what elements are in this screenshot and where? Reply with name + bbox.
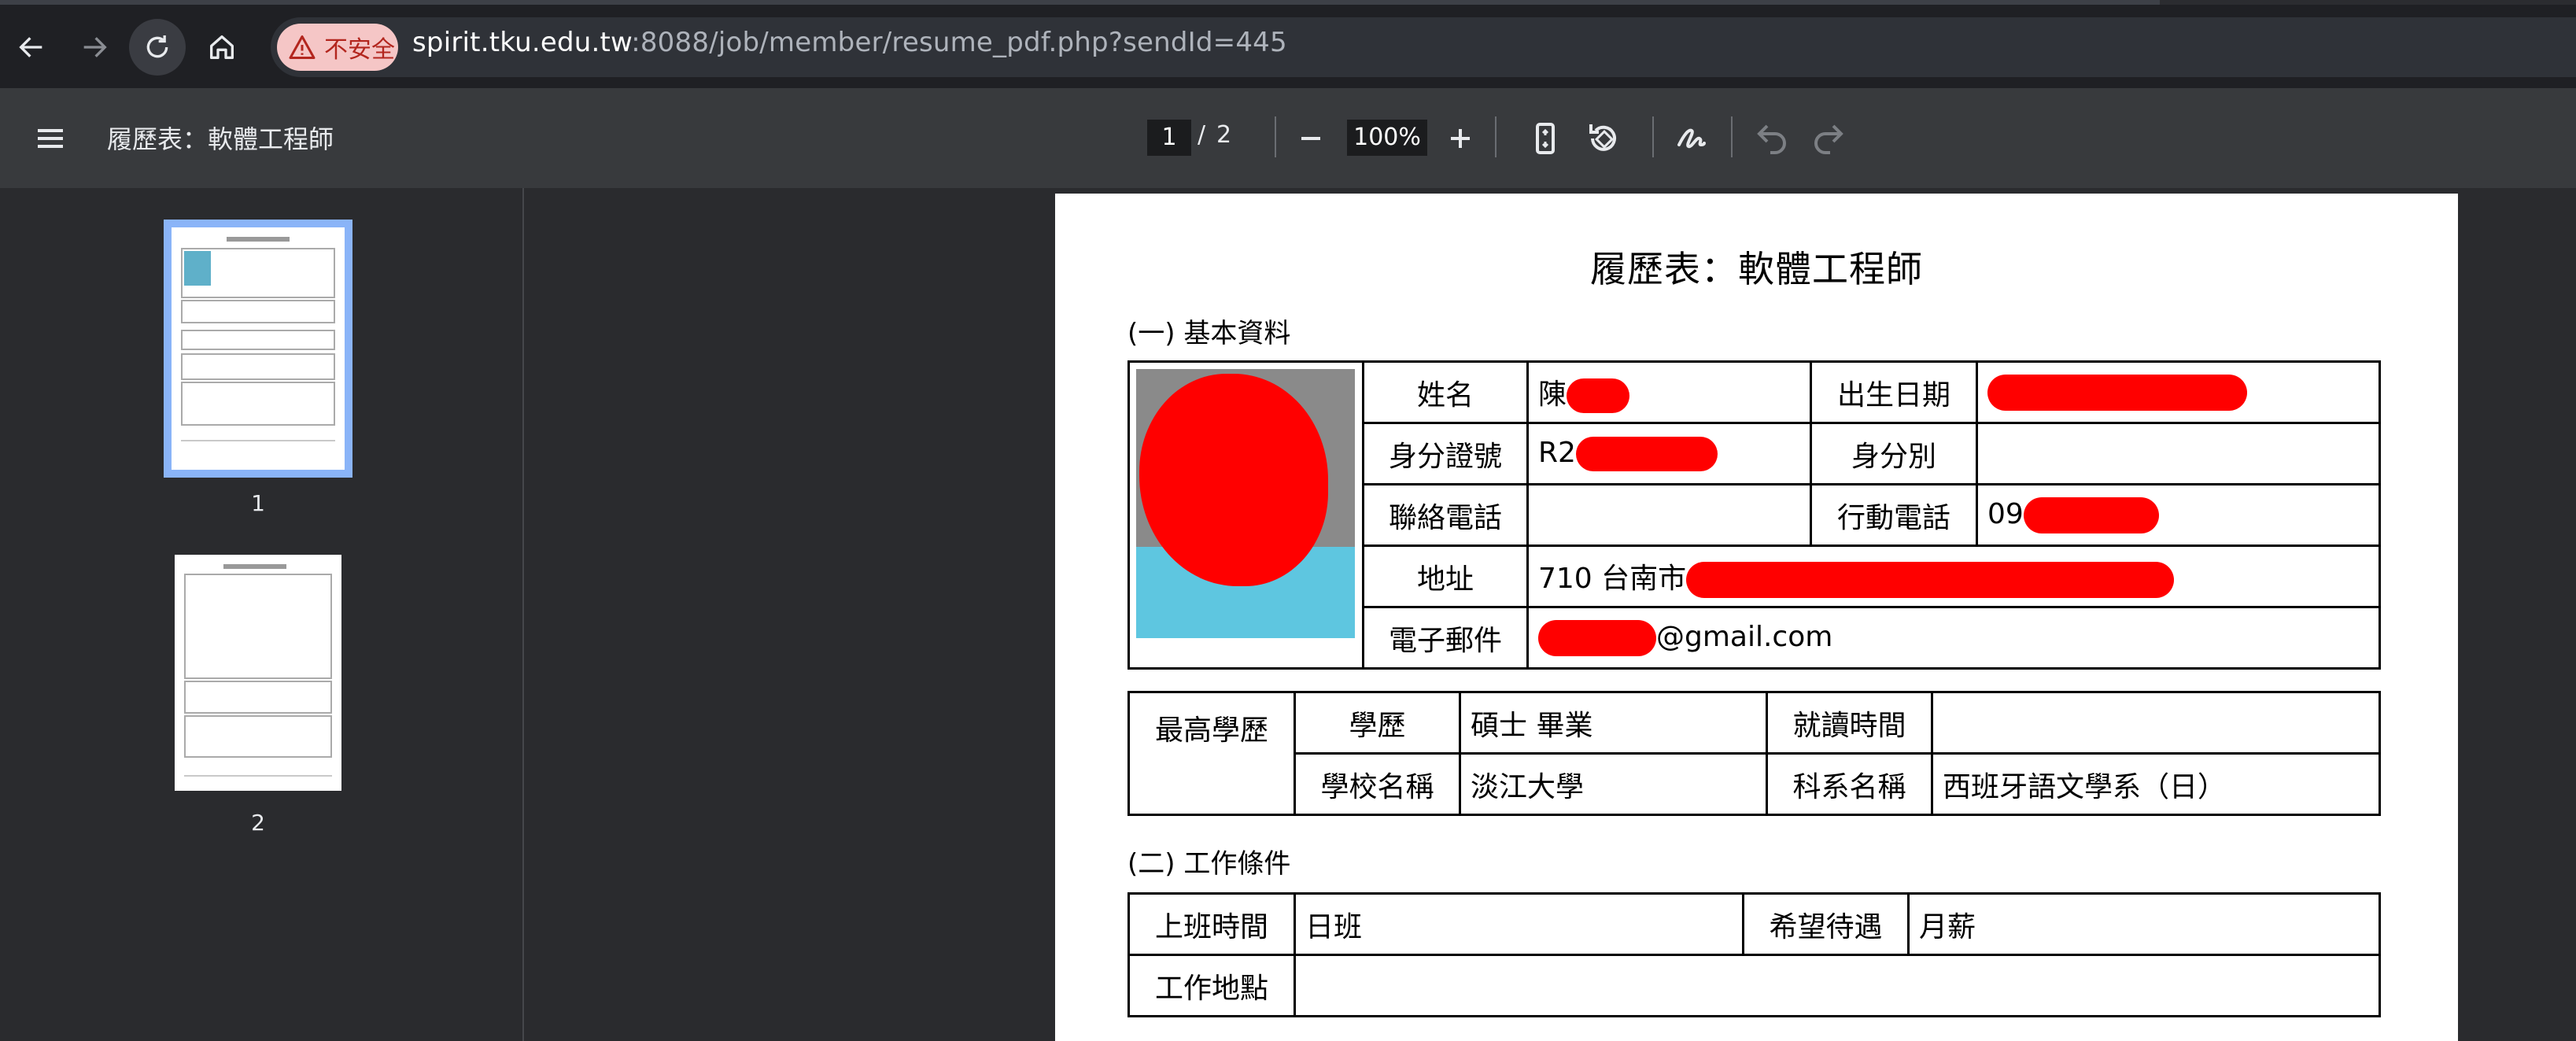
id-value-cell: R2: [1526, 422, 1812, 485]
period-label: 就讀時間: [1766, 691, 1933, 755]
page-thumbnail-1[interactable]: [164, 220, 352, 478]
phone-value-cell: [1526, 483, 1812, 547]
back-button[interactable]: [3, 19, 60, 76]
toolbar-divider: [1652, 116, 1654, 157]
name-value-cell: 陳: [1526, 360, 1812, 424]
tab-strip-edge: [0, 0, 2576, 5]
minus-icon: [1301, 137, 1320, 140]
location-label: 工作地點: [1127, 954, 1296, 1017]
profile-photo: [1136, 369, 1355, 638]
redaction-mark: [1686, 561, 2175, 598]
address-value-cell: 710 台南市: [1526, 544, 2381, 608]
redo-button[interactable]: [1810, 120, 1847, 157]
degree-label: 學歷: [1294, 691, 1461, 755]
annotate-button[interactable]: [1673, 120, 1711, 157]
plus-icon: [1451, 129, 1470, 148]
zoom-level-input[interactable]: 100%: [1347, 120, 1427, 156]
pdf-toolbar: 履歷表：軟體工程師 1 / 2 100%: [0, 88, 2576, 188]
gender-label: 身分別: [1810, 422, 1978, 485]
location-value-cell: [1294, 954, 2381, 1017]
dept-label: 科系名稱: [1766, 752, 1933, 816]
thumbnail-sidebar: 1 2: [0, 188, 524, 1041]
shift-label: 上班時間: [1127, 892, 1296, 956]
url-host: spirit.tku.edu.tw: [412, 27, 632, 58]
shift-value: 日班: [1294, 892, 1744, 956]
period-value-cell: [1931, 691, 2381, 755]
security-indicator[interactable]: 不安全: [277, 24, 398, 71]
warning-triangle-icon: [289, 35, 316, 59]
fit-to-page-icon: [1536, 123, 1555, 154]
salary-value: 月薪: [1907, 892, 2381, 956]
salary-label: 希望待遇: [1742, 892, 1910, 956]
home-icon: [210, 35, 234, 60]
home-button[interactable]: [194, 19, 250, 76]
toolbar-divider: [1731, 116, 1733, 157]
address-value: 710 台南市: [1538, 562, 1687, 595]
mobile-value-cell: 09: [1976, 483, 2381, 547]
menu-button[interactable]: [31, 120, 69, 157]
arrow-right-icon: [83, 37, 107, 57]
document-title: 履歷表：軟體工程師: [107, 124, 334, 154]
forward-button[interactable]: [66, 19, 123, 76]
rotate-button[interactable]: [1585, 120, 1622, 157]
redaction-mark: [1538, 619, 1656, 656]
education-table: 最高學歷 學歷 碩士 畢業 就讀時間 學校名稱 淡江大學 科系名稱 西班牙語文學…: [1127, 691, 2381, 816]
work-conditions-table: 上班時間 日班 希望待遇 月薪 工作地點: [1127, 892, 2381, 1017]
zoom-out-button[interactable]: [1292, 120, 1330, 157]
reload-button[interactable]: [129, 19, 186, 76]
redo-icon: [1814, 124, 1843, 154]
thumbnail-label-2: 2: [251, 810, 265, 836]
url-path: :8088/job/member/resume_pdf.php?sendId=4…: [631, 27, 1287, 58]
dob-value-cell: [1976, 360, 2381, 424]
redaction-mark: [1575, 436, 1718, 471]
zoom-in-button[interactable]: [1441, 120, 1479, 157]
undo-button[interactable]: [1753, 120, 1791, 157]
school-value: 淡江大學: [1459, 752, 1768, 816]
url-text[interactable]: spirit.tku.edu.tw:8088/job/member/resume…: [412, 27, 1287, 58]
education-group-label: 最高學歷: [1127, 691, 1296, 816]
fit-page-button[interactable]: [1526, 120, 1564, 157]
dept-value: 西班牙語文學系（日）: [1931, 752, 2381, 816]
degree-value: 碩士 畢業: [1459, 691, 1768, 755]
hamburger-menu-icon: [38, 129, 63, 148]
photo-cell: [1127, 360, 1364, 670]
id-value: R2: [1538, 436, 1576, 469]
redaction-mark: [2023, 497, 2159, 533]
thumbnail-label-1: 1: [251, 490, 265, 516]
resume-heading: 履歷表：軟體工程師: [1590, 248, 1923, 290]
gender-value-cell: [1976, 422, 2381, 485]
undo-icon: [1757, 124, 1786, 154]
pdf-page: 履歷表：軟體工程師 (一) 基本資料 姓名 陳 出生日期 身分證號 R2 身分別: [1055, 194, 2458, 1041]
email-value-cell: @gmail.com: [1526, 606, 2381, 670]
security-label: 不安全: [324, 36, 395, 64]
basic-info-table: 姓名 陳 出生日期 身分證號 R2 身分別 聯絡電話 行動電話 09 地址 71…: [1127, 360, 2381, 670]
name-value: 陳: [1538, 378, 1567, 411]
rotate-icon: [1589, 124, 1616, 151]
reload-icon: [146, 35, 168, 58]
id-label: 身分證號: [1362, 422, 1529, 485]
draw-signature-icon: [1677, 128, 1706, 149]
section-basic-info-title: (一) 基本資料: [1127, 318, 1291, 349]
redaction-mark: [1987, 374, 2247, 411]
arrow-left-icon: [19, 37, 42, 57]
mobile-label: 行動電話: [1810, 483, 1978, 547]
current-page-input[interactable]: 1: [1147, 120, 1191, 156]
email-value: @gmail.com: [1656, 620, 1833, 653]
name-label: 姓名: [1362, 360, 1529, 424]
mobile-value: 09: [1987, 497, 2024, 530]
address-label: 地址: [1362, 544, 1529, 608]
email-label: 電子郵件: [1362, 606, 1529, 670]
total-pages: 2: [1216, 121, 1232, 149]
toolbar-divider: [1495, 116, 1497, 157]
page-separator: /: [1198, 121, 1206, 149]
section-work-conditions-title: (二) 工作條件: [1127, 848, 1291, 880]
toolbar-divider: [1275, 116, 1276, 157]
redaction-mark: [1567, 378, 1630, 413]
phone-label: 聯絡電話: [1362, 483, 1529, 547]
dob-label: 出生日期: [1810, 360, 1978, 424]
page-thumbnail-2[interactable]: [175, 555, 341, 791]
browser-toolbar: 不安全 spirit.tku.edu.tw:8088/job/member/re…: [0, 0, 2576, 88]
school-label: 學校名稱: [1294, 752, 1461, 816]
